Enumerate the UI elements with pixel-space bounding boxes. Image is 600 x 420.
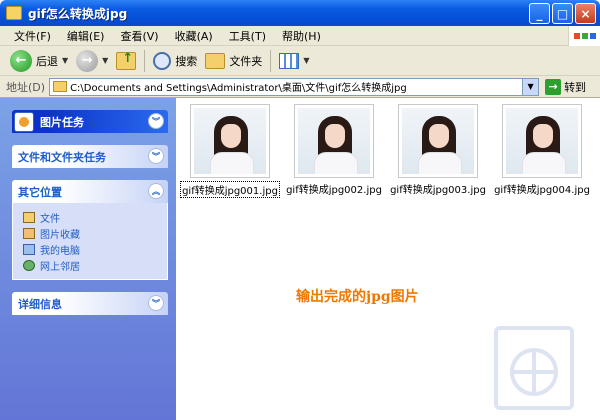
- chevron-down-icon[interactable]: ︾: [148, 113, 164, 129]
- go-arrow-icon: →: [545, 78, 562, 95]
- close-button[interactable]: ×: [575, 3, 596, 24]
- file-thumbnail[interactable]: gif转换成jpg001.jpg: [180, 104, 280, 198]
- go-button[interactable]: → 转到: [545, 78, 587, 95]
- folders-label: 文件夹: [229, 54, 263, 68]
- caret-down-icon[interactable]: ▼: [303, 56, 309, 65]
- file-folder-tasks-panel: 文件和文件夹任务 ︾: [12, 145, 168, 168]
- other-places-body: 文件 图片收藏 我的电脑 网上邻居: [12, 203, 168, 280]
- menu-favorites[interactable]: 收藏(A): [167, 28, 221, 44]
- place-link-my-computer[interactable]: 我的电脑: [23, 241, 157, 257]
- maximize-button[interactable]: □: [552, 3, 573, 24]
- picture-tasks-title: 图片任务: [40, 115, 84, 129]
- search-button[interactable]: 搜索: [149, 49, 201, 73]
- menu-tools[interactable]: 工具(T): [221, 28, 274, 44]
- place-link-documents[interactable]: 文件: [23, 209, 157, 225]
- thumbnail-image: [398, 104, 478, 178]
- search-icon: [153, 51, 172, 70]
- picture-folder-watermark-icon: [494, 326, 574, 410]
- details-panel: 详细信息 ︾: [12, 292, 168, 315]
- file-thumbnail[interactable]: gif转换成jpg002.jpg: [284, 104, 384, 196]
- file-folder-tasks-title: 文件和文件夹任务: [18, 150, 106, 164]
- forward-arrow-icon: →: [76, 49, 99, 72]
- details-header[interactable]: 详细信息 ︾: [12, 292, 168, 315]
- place-label: 图片收藏: [40, 229, 80, 241]
- picture-tasks-header[interactable]: 图片任务 ︾: [12, 110, 168, 133]
- forward-button[interactable]: → ▼: [72, 49, 112, 73]
- computer-icon: [23, 243, 35, 255]
- address-label: 地址(D): [6, 80, 46, 94]
- file-name: gif转换成jpg002.jpg: [286, 185, 382, 196]
- other-places-panel: 其它位置 ︽ 文件 图片收藏 我的电脑 网上邻居: [12, 180, 168, 280]
- thumbnail-image: [502, 104, 582, 178]
- menu-view[interactable]: 查看(V): [112, 28, 166, 44]
- up-folder-icon: [116, 51, 137, 70]
- folder-icon: [23, 211, 35, 223]
- up-folder-button[interactable]: [112, 49, 140, 73]
- picture-tasks-icon: [14, 111, 34, 132]
- chevron-down-icon[interactable]: ︾: [148, 295, 164, 311]
- task-pane: 图片任务 ︾ 文件和文件夹任务 ︾ 其它位置 ︽ 文件 图片收藏 我的电脑 网上…: [0, 98, 176, 420]
- folder-icon: [53, 81, 68, 92]
- search-label: 搜索: [175, 54, 198, 68]
- address-path: C:\Documents and Settings\Administrator\…: [70, 83, 407, 94]
- other-places-header[interactable]: 其它位置 ︽: [12, 180, 168, 203]
- title-bar[interactable]: gif怎么转换成jpg _ □ ×: [0, 0, 600, 26]
- folder-icon: [6, 6, 22, 20]
- network-icon: [23, 259, 35, 271]
- photo-folder-icon: [23, 227, 35, 239]
- place-label: 网上邻居: [40, 261, 80, 273]
- file-name: gif转换成jpg001.jpg: [180, 181, 280, 198]
- windows-logo-icon: [568, 26, 600, 46]
- place-link-network[interactable]: 网上邻居: [23, 257, 157, 273]
- address-input[interactable]: C:\Documents and Settings\Administrator\…: [49, 77, 540, 96]
- file-name: gif转换成jpg003.jpg: [390, 185, 486, 196]
- place-link-my-pictures[interactable]: 图片收藏: [23, 225, 157, 241]
- chevron-down-icon[interactable]: ▼: [522, 78, 539, 95]
- menu-edit[interactable]: 编辑(E): [59, 28, 113, 44]
- file-folder-tasks-header[interactable]: 文件和文件夹任务 ︾: [12, 145, 168, 168]
- thumbnail-image: [190, 104, 270, 178]
- minimize-button[interactable]: _: [529, 3, 550, 24]
- file-name: gif转换成jpg004.jpg: [494, 185, 590, 196]
- back-arrow-icon: ←: [10, 49, 32, 72]
- file-thumbnail[interactable]: gif转换成jpg003.jpg: [388, 104, 488, 196]
- annotation-text: 输出完成的jpg图片: [296, 289, 419, 305]
- place-label: 我的电脑: [40, 245, 80, 257]
- file-view[interactable]: gif转换成jpg001.jpg gif转换成jpg002.jpg gif转换成…: [176, 98, 600, 420]
- toolbar-separator: [270, 49, 272, 72]
- caret-down-icon[interactable]: ▼: [102, 56, 108, 65]
- thumbnail-image: [294, 104, 374, 178]
- chevron-down-icon[interactable]: ︾: [148, 148, 164, 164]
- back-label: 后退: [36, 54, 58, 68]
- views-icon: [279, 52, 300, 69]
- chevron-up-icon[interactable]: ︽: [148, 183, 164, 199]
- folder-icon: [205, 52, 226, 69]
- place-label: 文件: [40, 213, 60, 225]
- views-button[interactable]: ▼: [275, 49, 313, 73]
- menu-bar: 文件(F) 编辑(E) 查看(V) 收藏(A) 工具(T) 帮助(H): [0, 26, 600, 46]
- address-bar: 地址(D) C:\Documents and Settings\Administ…: [0, 76, 600, 98]
- window-title: gif怎么转换成jpg: [28, 6, 128, 21]
- other-places-title: 其它位置: [18, 185, 62, 199]
- toolbar-separator: [144, 49, 146, 72]
- details-title: 详细信息: [18, 297, 62, 311]
- folders-button[interactable]: 文件夹: [201, 49, 266, 73]
- back-button[interactable]: ← 后退 ▼: [6, 49, 72, 73]
- picture-tasks-panel: 图片任务 ︾: [12, 110, 168, 133]
- toolbar: ← 后退 ▼ → ▼ 搜索 文件夹 ▼: [0, 46, 600, 76]
- caret-down-icon[interactable]: ▼: [62, 56, 68, 65]
- go-label: 转到: [564, 80, 587, 94]
- menu-file[interactable]: 文件(F): [6, 28, 59, 44]
- file-thumbnail[interactable]: gif转换成jpg004.jpg: [492, 104, 592, 196]
- menu-help[interactable]: 帮助(H): [274, 28, 329, 44]
